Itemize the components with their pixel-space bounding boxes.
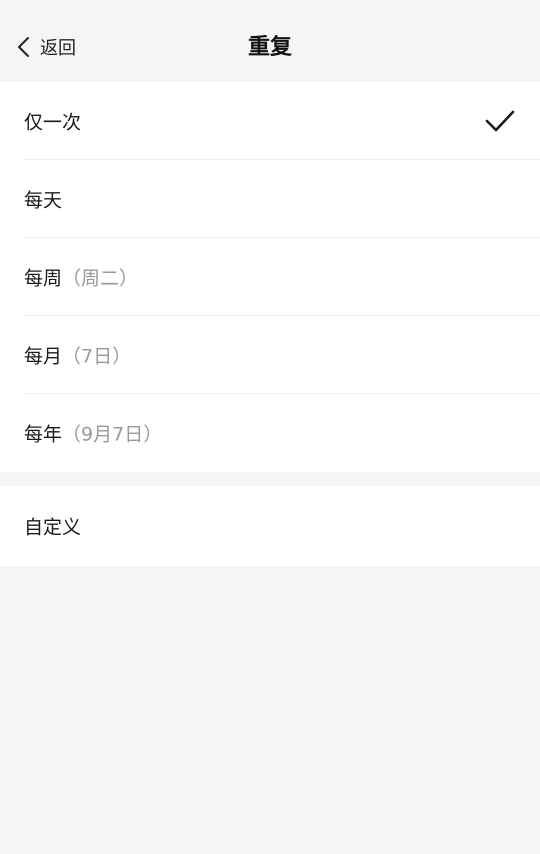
option-label: 每天 <box>24 189 63 212</box>
option-label: 每月（7日） <box>24 345 132 368</box>
option-monthly[interactable]: 每月（7日） <box>0 316 540 394</box>
option-once[interactable]: 仅一次 <box>0 82 540 160</box>
page-title: 重复 <box>247 35 292 60</box>
option-detail: （7日） <box>62 345 132 368</box>
option-label: 每年（9月7日） <box>24 423 163 446</box>
option-yearly[interactable]: 每年（9月7日） <box>0 394 540 472</box>
repeat-options-list: 仅一次 每天 每周（周二） 每月（7日） 每年（9月7日） <box>0 82 540 472</box>
option-label: 每周（周二） <box>24 267 139 290</box>
option-detail: （9月7日） <box>62 423 163 446</box>
option-daily[interactable]: 每天 <box>0 160 540 238</box>
option-label: 仅一次 <box>24 111 82 134</box>
option-detail: （周二） <box>62 267 139 290</box>
custom-option-group: 自定义 <box>0 486 540 566</box>
option-weekly[interactable]: 每周（周二） <box>0 238 540 316</box>
navigation-bar: 返回 重复 <box>0 0 540 86</box>
option-label: 自定义 <box>24 516 82 539</box>
checkmark-icon <box>485 110 515 132</box>
option-custom[interactable]: 自定义 <box>0 486 540 566</box>
